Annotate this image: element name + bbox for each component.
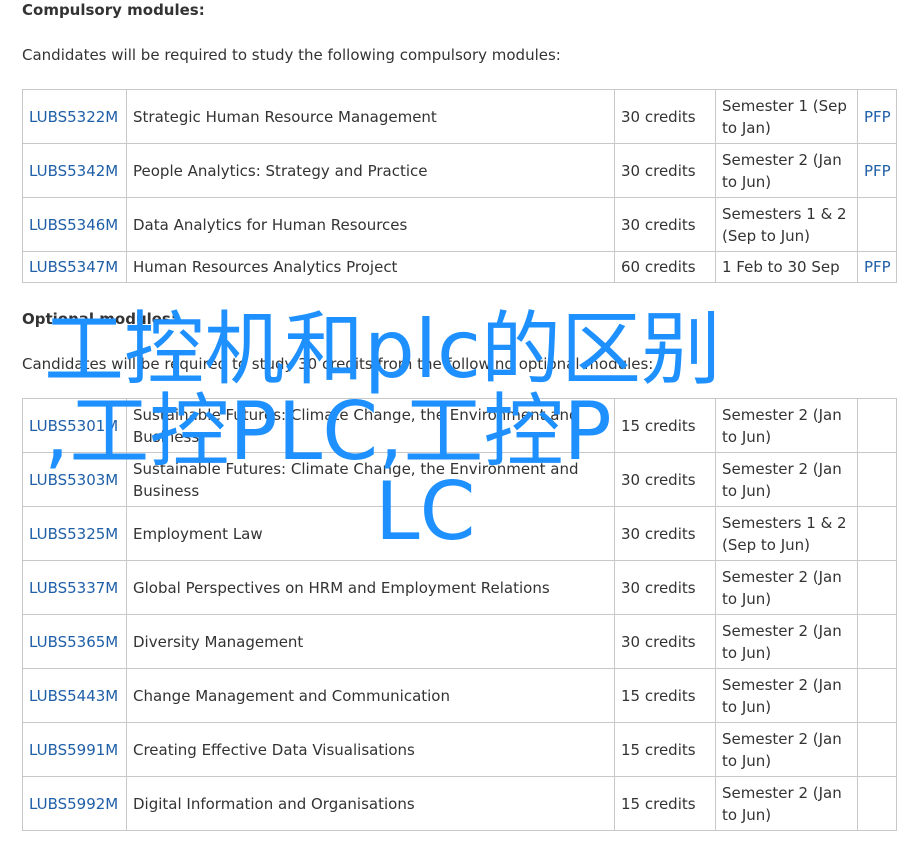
table-row: LUBS5342M People Analytics: Strategy and … [22, 143, 897, 198]
module-code-link[interactable]: LUBS5337M [29, 579, 118, 597]
module-semester: Semesters 1 & 2 (Sep to Jun) [715, 506, 858, 561]
module-code-cell: LUBS5347M [22, 251, 127, 283]
module-semester: Semester 1 (Sep to Jan) [715, 89, 858, 144]
module-code-cell: LUBS5365M [22, 614, 127, 669]
optional-table-body: LUBS5301M Sustainable Futures: Climate Ch… [22, 398, 897, 831]
pfp-link[interactable]: PFP [864, 108, 891, 126]
module-semester: Semester 2 (Jan to Jun) [715, 452, 858, 507]
module-semester: 1 Feb to 30 Sep [715, 251, 858, 283]
module-pfp-cell [857, 197, 897, 252]
module-code-link[interactable]: LUBS5347M [29, 258, 118, 276]
module-pfp-cell [857, 722, 897, 777]
module-pfp-cell [857, 452, 897, 507]
module-pfp-cell [857, 398, 897, 453]
module-code-link[interactable]: LUBS5443M [29, 687, 118, 705]
module-pfp-cell [857, 506, 897, 561]
compulsory-modules-table: LUBS5322M Strategic Human Resource Manage… [22, 89, 897, 283]
table-row: LUBS5322M Strategic Human Resource Manage… [22, 89, 897, 144]
table-row: LUBS5992M Digital Information and Organis… [22, 776, 897, 831]
module-code-cell: LUBS5303M [22, 452, 127, 507]
module-code-cell: LUBS5301M [22, 398, 127, 453]
module-pfp-cell: PFP [857, 89, 897, 144]
module-title: Diversity Management [126, 614, 615, 669]
table-row: LUBS5347M Human Resources Analytics Proje… [22, 251, 897, 283]
module-title: People Analytics: Strategy and Practice [126, 143, 615, 198]
module-title: Strategic Human Resource Management [126, 89, 615, 144]
module-semester: Semester 2 (Jan to Jun) [715, 722, 858, 777]
module-pfp-cell [857, 614, 897, 669]
module-credits: 30 credits [614, 452, 716, 507]
module-credits: 30 credits [614, 614, 716, 669]
module-semester: Semester 2 (Jan to Jun) [715, 776, 858, 831]
module-code-cell: LUBS5337M [22, 560, 127, 615]
module-semester: Semester 2 (Jan to Jun) [715, 398, 858, 453]
module-credits: 30 credits [614, 143, 716, 198]
module-title: Change Management and Communication [126, 668, 615, 723]
pfp-link[interactable]: PFP [864, 258, 891, 276]
module-code-cell: LUBS5325M [22, 506, 127, 561]
module-code-link[interactable]: LUBS5346M [29, 216, 118, 234]
table-row: LUBS5346M Data Analytics for Human Resour… [22, 197, 897, 252]
module-title: Sustainable Futures: Climate Change, the… [126, 452, 615, 507]
module-code-cell: LUBS5322M [22, 89, 127, 144]
module-semester: Semester 2 (Jan to Jun) [715, 614, 858, 669]
module-code-link[interactable]: LUBS5303M [29, 471, 118, 489]
table-row: LUBS5991M Creating Effective Data Visuali… [22, 722, 897, 777]
module-pfp-cell [857, 776, 897, 831]
module-credits: 30 credits [614, 506, 716, 561]
module-code-cell: LUBS5991M [22, 722, 127, 777]
module-code-link[interactable]: LUBS5992M [29, 795, 118, 813]
module-title: Creating Effective Data Visualisations [126, 722, 615, 777]
module-semester: Semester 2 (Jan to Jun) [715, 668, 858, 723]
module-code-cell: LUBS5342M [22, 143, 127, 198]
module-code-link[interactable]: LUBS5301M [29, 417, 118, 435]
module-semester: Semester 2 (Jan to Jun) [715, 560, 858, 615]
module-code-cell: LUBS5992M [22, 776, 127, 831]
module-pfp-cell: PFP [857, 143, 897, 198]
module-title: Sustainable Futures: Climate Change, the… [126, 398, 615, 453]
module-code-cell: LUBS5346M [22, 197, 127, 252]
module-semester: Semester 2 (Jan to Jun) [715, 143, 858, 198]
table-row: LUBS5365M Diversity Management 30 credits S… [22, 614, 897, 669]
table-row: LUBS5301M Sustainable Futures: Climate Ch… [22, 398, 897, 453]
module-credits: 60 credits [614, 251, 716, 283]
module-semester: Semesters 1 & 2 (Sep to Jun) [715, 197, 858, 252]
table-row: LUBS5325M Employment Law 30 credits Semeste… [22, 506, 897, 561]
module-code-link[interactable]: LUBS5342M [29, 162, 118, 180]
module-pfp-cell [857, 560, 897, 615]
table-row: LUBS5337M Global Perspectives on HRM and … [22, 560, 897, 615]
module-credits: 15 credits [614, 668, 716, 723]
table-row: LUBS5443M Change Management and Communica… [22, 668, 897, 723]
module-code-link[interactable]: LUBS5991M [29, 741, 118, 759]
compulsory-heading: Compulsory modules: [22, 1, 205, 19]
table-row: LUBS5303M Sustainable Futures: Climate Ch… [22, 452, 897, 507]
compulsory-table-body: LUBS5322M Strategic Human Resource Manage… [22, 89, 897, 283]
module-pfp-cell: PFP [857, 251, 897, 283]
module-credits: 30 credits [614, 197, 716, 252]
module-credits: 15 credits [614, 398, 716, 453]
module-code-link[interactable]: LUBS5365M [29, 633, 118, 651]
module-pfp-cell [857, 668, 897, 723]
optional-heading: Optional modules: [22, 310, 177, 328]
module-credits: 30 credits [614, 89, 716, 144]
module-title: Employment Law [126, 506, 615, 561]
module-code-cell: LUBS5443M [22, 668, 127, 723]
module-credits: 30 credits [614, 560, 716, 615]
module-title: Global Perspectives on HRM and Employmen… [126, 560, 615, 615]
module-title: Data Analytics for Human Resources [126, 197, 615, 252]
module-code-link[interactable]: LUBS5322M [29, 108, 118, 126]
optional-modules-table: LUBS5301M Sustainable Futures: Climate Ch… [22, 398, 897, 831]
module-credits: 15 credits [614, 722, 716, 777]
module-title: Digital Information and Organisations [126, 776, 615, 831]
optional-intro: Candidates will be required to study 30 … [22, 355, 654, 373]
compulsory-intro: Candidates will be required to study the… [22, 46, 561, 64]
module-credits: 15 credits [614, 776, 716, 831]
module-code-link[interactable]: LUBS5325M [29, 525, 118, 543]
module-title: Human Resources Analytics Project [126, 251, 615, 283]
pfp-link[interactable]: PFP [864, 162, 891, 180]
